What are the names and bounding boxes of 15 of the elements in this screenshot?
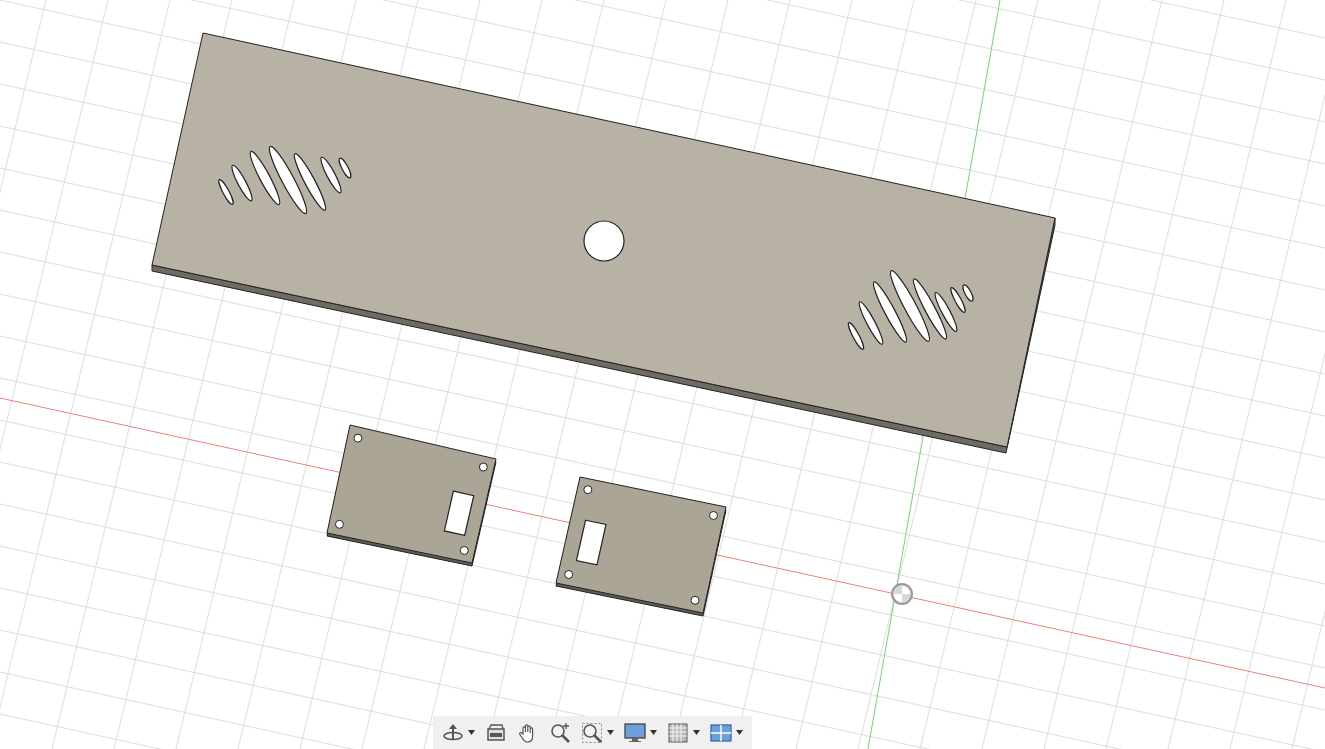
viewports-icon <box>710 721 732 744</box>
plate-drawing[interactable] <box>555 476 727 617</box>
plate-drawing[interactable] <box>326 424 497 567</box>
caret-icon <box>736 730 743 735</box>
panel-drawing[interactable] <box>151 32 1056 454</box>
zoom-icon <box>549 721 571 744</box>
fit-icon <box>581 721 603 744</box>
display-icon <box>624 721 646 744</box>
origin-icon[interactable] <box>891 583 913 605</box>
caret-icon <box>468 730 475 735</box>
grid-icon <box>667 721 689 744</box>
caret-icon <box>693 730 700 735</box>
caret-icon <box>650 730 657 735</box>
caret-icon <box>607 730 614 735</box>
look-at-icon <box>485 721 507 744</box>
